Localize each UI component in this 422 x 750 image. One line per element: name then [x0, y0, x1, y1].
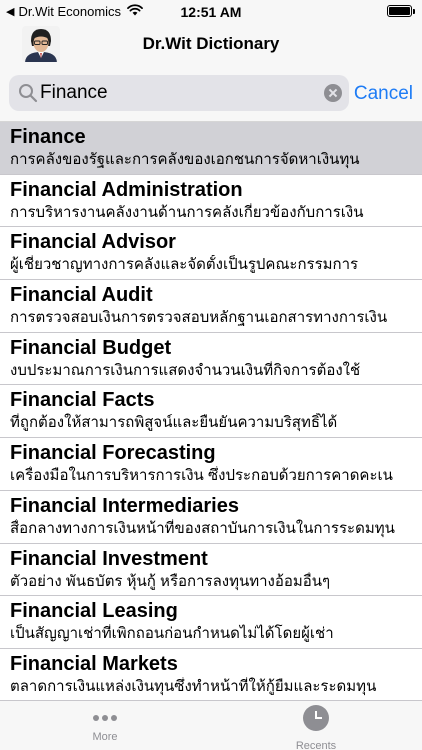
definition-snippet: ที่ถูกต้องให้สามารถพิสูจน์และยืนยันความบ…	[10, 414, 338, 432]
term-label: Finance	[10, 126, 86, 148]
definition-snippet: การคลังของรัฐและการคลังของเอกชนการจัดหาเ…	[10, 151, 360, 168]
term-label: Financial Audit	[10, 284, 153, 307]
clock-time: 12:51 AM	[180, 4, 242, 20]
list-item[interactable]: Finance การคลังของรัฐและการคลังของเอกชนก…	[0, 122, 422, 175]
definition-snippet: เครื่องมือในการบริหารการเงิน ซึ่งประกอบด…	[10, 467, 393, 485]
list-item[interactable]: Financial Audit การตรวจสอบเงินการตรวจสอบ…	[0, 280, 422, 333]
list-item[interactable]: Financial Markets ตลาดการเงินแหล่งเงินทุ…	[0, 649, 422, 700]
battery-icon	[387, 5, 415, 17]
tab-bar: More Recents	[0, 700, 422, 750]
cancel-button[interactable]: Cancel	[354, 83, 413, 105]
term-label: Financial Intermediaries	[10, 494, 239, 517]
term-label: Financial Forecasting	[10, 442, 216, 465]
list-item[interactable]: Financial Forecasting เครื่องมือในการบริ…	[0, 438, 422, 491]
term-label: Financial Markets	[10, 652, 178, 675]
term-label: Financial Leasing	[10, 600, 178, 623]
status-bar: ◀ Dr.Wit Economics 12:51 AM	[0, 0, 422, 24]
definition-snippet: ตัวอย่าง พันธบัตร หุ้นกู้ หรือการลงทุนทา…	[10, 572, 331, 590]
results-list: Finance การคลังของรัฐและการคลังของเอกชนก…	[0, 122, 422, 700]
list-item[interactable]: Financial Advisor ผู้เชี่ยวชาญทางการคลัง…	[0, 227, 422, 281]
search-field[interactable]	[9, 75, 349, 111]
list-item[interactable]: Financial Intermediaries สื่อกลางทางการเ…	[0, 491, 422, 544]
navigation-bar: Dr.Wit Dictionary	[0, 24, 422, 66]
term-label: Financial Budget	[10, 336, 172, 359]
term-label: Financial Facts	[10, 389, 155, 412]
search-input[interactable]	[40, 78, 320, 108]
term-label: Financial Advisor	[10, 231, 176, 254]
list-item[interactable]: Financial Administration การบริหารงานคลั…	[0, 175, 422, 228]
definition-snippet: การตรวจสอบเงินการตรวจสอบหลักฐานเอกสารทาง…	[10, 309, 388, 327]
page-title: Dr.Wit Dictionary	[142, 34, 280, 53]
definition-snippet: ตลาดการเงินแหล่งเงินทุนซึ่งทำหน้าที่ให้ก…	[10, 677, 377, 695]
term-label: Financial Administration	[10, 178, 243, 201]
tab-more[interactable]: More	[55, 705, 155, 743]
tab-recents[interactable]: Recents	[266, 705, 366, 750]
clear-icon[interactable]	[324, 84, 342, 102]
definition-snippet: การบริหารงานคลังงานด้านการคลังเกี่ยวข้อง…	[10, 203, 364, 221]
definition-snippet: สื่อกลางทางการเงินหน้าที่ของสถาบันการเงิ…	[10, 519, 395, 537]
search-bar: Cancel	[0, 66, 422, 122]
more-dots-icon	[93, 715, 117, 721]
search-icon	[18, 83, 38, 108]
tab-more-label: More	[92, 731, 118, 743]
list-item[interactable]: Financial Investment ตัวอย่าง พันธบัตร ห…	[0, 544, 422, 597]
list-item[interactable]: Financial Leasing เป็นสัญญาเช่าที่เพิกถอ…	[0, 596, 422, 649]
list-item[interactable]: Financial Budget งบประมาณการเงินการแสดงจ…	[0, 333, 422, 386]
term-label: Financial Investment	[10, 547, 208, 570]
definition-snippet: งบประมาณการเงินการแสดงจำนวนเงินที่กิจการ…	[10, 361, 361, 379]
tab-recents-label: Recents	[295, 740, 337, 750]
clock-icon	[303, 705, 329, 731]
list-item[interactable]: Financial Facts ที่ถูกต้องให้สามารถพิสูจ…	[0, 385, 422, 439]
definition-snippet: เป็นสัญญาเช่าที่เพิกถอนก่อนกำหนดไม่ได้โด…	[10, 625, 334, 643]
definition-snippet: ผู้เชี่ยวชาญทางการคลังและจัดตั้งเป็นรูปค…	[10, 256, 359, 274]
